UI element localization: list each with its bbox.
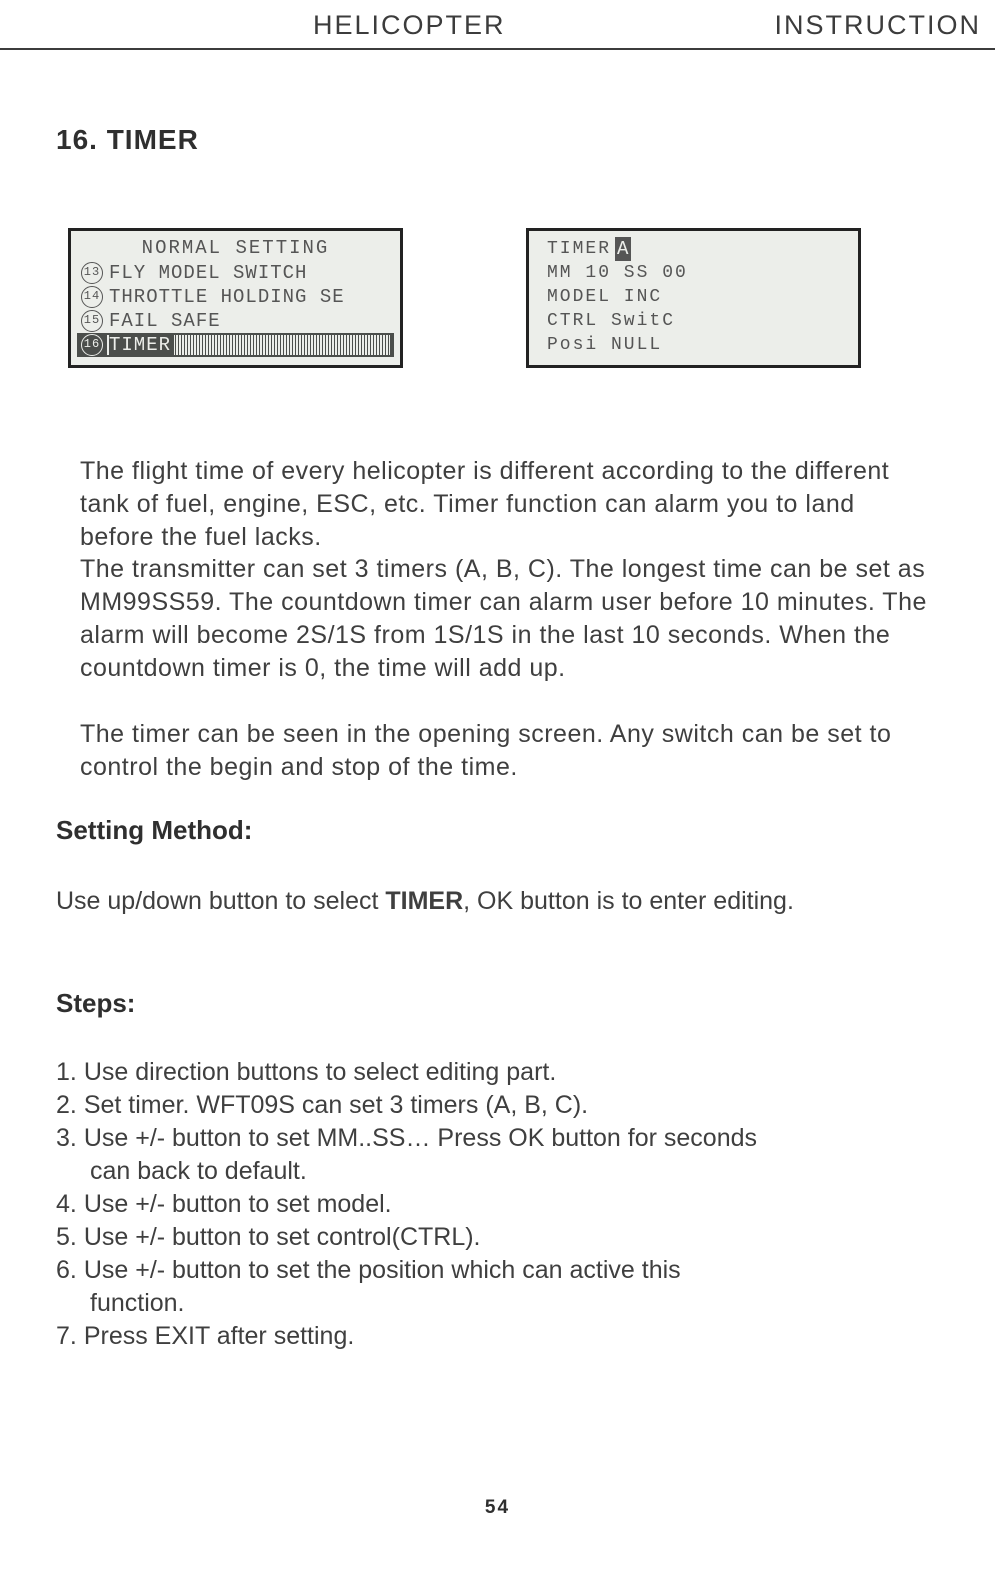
body-paragraph: The flight time of every helicopter is d…	[80, 455, 930, 554]
body-paragraph: The timer can be seen in the opening scr…	[80, 718, 930, 784]
lcd-menu-row: 14 THROTTLE HOLDING SE	[77, 285, 394, 309]
step-number: 1.	[56, 1058, 77, 1086]
step-item: 7. Press EXIT after setting.	[56, 1320, 976, 1353]
lcd-menu-title: NORMAL SETTING	[77, 237, 394, 259]
step-number: 3.	[56, 1124, 77, 1152]
page-header: HELICOPTER INSTRUCTION	[0, 10, 995, 46]
step-text: Press EXIT after setting.	[84, 1322, 354, 1350]
setting-method-text: Use up/down button to select TIMER, OK b…	[56, 885, 956, 918]
lcd-timer-row: TIMER A	[535, 237, 852, 261]
step-text: Use +/- button to set MM..SS… Press OK b…	[84, 1124, 757, 1152]
header-left: HELICOPTER	[313, 10, 506, 41]
timer-label: TIMER	[547, 237, 611, 261]
menu-number-icon: 16	[81, 334, 103, 356]
step-item: 1. Use direction buttons to select editi…	[56, 1056, 976, 1089]
lcd-timer-row: MODEL INC	[535, 285, 852, 309]
timer-value: MODEL INC	[547, 285, 662, 309]
steps-list: 1. Use direction buttons to select editi…	[56, 1056, 976, 1353]
steps-heading: Steps:	[56, 988, 135, 1019]
step-text: Use +/- button to set model.	[84, 1190, 392, 1218]
lcd-menu-row-selected: 16 TIMER	[77, 333, 394, 357]
timer-value: MM 10 SS 00	[547, 261, 688, 285]
timer-value: CTRL SwitC	[547, 309, 675, 333]
text-fragment: Use up/down button to select	[56, 887, 385, 915]
step-number: 7.	[56, 1322, 77, 1350]
step-item: 3. Use +/- button to set MM..SS… Press O…	[56, 1122, 976, 1155]
step-item: 2. Set timer. WFT09S can set 3 timers (A…	[56, 1089, 976, 1122]
step-number: 6.	[56, 1256, 77, 1284]
timer-id-box: A	[615, 237, 631, 261]
setting-method-heading: Setting Method:	[56, 815, 252, 846]
menu-number-icon: 13	[81, 262, 103, 284]
lcd-screen-menu: NORMAL SETTING 13 FLY MODEL SWITCH 14 TH…	[68, 228, 403, 368]
header-right: INSTRUCTION	[775, 10, 982, 41]
body-paragraph: The transmitter can set 3 timers (A, B, …	[80, 553, 930, 685]
step-text: Use +/- button to set control(CTRL).	[84, 1223, 481, 1251]
lcd-menu-row: 13 FLY MODEL SWITCH	[77, 261, 394, 285]
text-fragment: , OK button is to enter editing.	[463, 887, 794, 915]
page-number: 54	[0, 1497, 995, 1519]
lcd-timer-row: CTRL SwitC	[535, 309, 852, 333]
header-rule	[0, 48, 995, 50]
menu-number-icon: 15	[81, 310, 103, 332]
step-item: 6. Use +/- button to set the position wh…	[56, 1254, 976, 1287]
section-title: 16. TIMER	[56, 124, 199, 156]
timer-value: Posi NULL	[547, 333, 662, 357]
menu-number-icon: 14	[81, 286, 103, 308]
step-number: 5.	[56, 1223, 77, 1251]
lcd-screen-timer: TIMER A MM 10 SS 00 MODEL INC CTRL SwitC…	[526, 228, 861, 368]
step-text: Use +/- button to set the position which…	[84, 1256, 681, 1284]
step-text: Use direction buttons to select editing …	[84, 1058, 557, 1086]
menu-label: FAIL SAFE	[109, 309, 221, 333]
text-bold: TIMER	[385, 887, 463, 915]
step-continuation: function.	[56, 1287, 976, 1320]
step-number: 2.	[56, 1091, 77, 1119]
lcd-menu-row: 15 FAIL SAFE	[77, 309, 394, 333]
step-text: Set timer. WFT09S can set 3 timers (A, B…	[84, 1091, 588, 1119]
step-number: 4.	[56, 1190, 77, 1218]
menu-label: TIMER	[109, 333, 174, 357]
step-continuation: can back to default.	[56, 1155, 976, 1188]
lcd-timer-row: Posi NULL	[535, 333, 852, 357]
manual-page: HELICOPTER INSTRUCTION 16. TIMER NORMAL …	[0, 0, 995, 1575]
lcd-timer-row: MM 10 SS 00	[535, 261, 852, 285]
step-item: 5. Use +/- button to set control(CTRL).	[56, 1221, 976, 1254]
step-item: 4. Use +/- button to set model.	[56, 1188, 976, 1221]
menu-label: THROTTLE HOLDING SE	[109, 285, 345, 309]
menu-label: FLY MODEL SWITCH	[109, 261, 307, 285]
